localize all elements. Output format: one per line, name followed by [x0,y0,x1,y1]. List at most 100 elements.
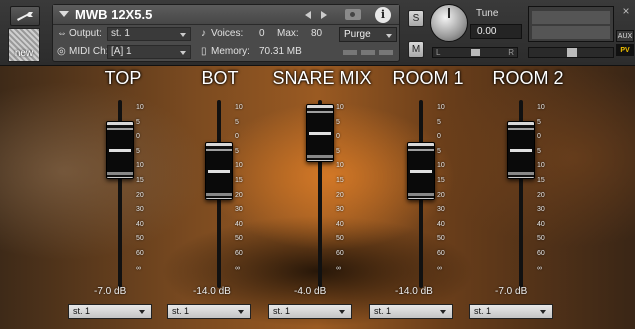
scale-tick: 20 [235,191,243,199]
scale-tick: 30 [437,206,445,214]
scale-tick: ∞ [136,264,141,272]
volume-slider[interactable] [528,47,614,58]
scale-tick: 5 [235,147,239,155]
scale-tick: ∞ [336,264,341,272]
channel-db-value: -14.0 dB [193,286,231,297]
solo-button[interactable]: S [408,10,424,27]
scale-tick: 20 [136,191,144,199]
instrument-title-row: MWB 12X5.5 i [53,5,399,25]
midi-channel-select[interactable]: [A] 1 [107,45,191,59]
scale-tick: 20 [437,191,445,199]
close-icon[interactable]: × [619,4,633,18]
scale-tick: 60 [437,250,445,257]
scale-tick: 60 [136,250,144,257]
scale-tick: 20 [537,191,545,199]
scale-tick: 0 [537,133,541,141]
camera-icon[interactable] [345,9,361,20]
scale-tick: 15 [437,177,445,184]
scale-tick: 60 [235,250,243,257]
scale-tick: 0 [336,133,340,141]
channel-label: ROOM 2 [492,68,564,88]
channel-db-value: -4.0 dB [294,286,327,297]
chevron-down-icon [440,310,446,314]
chevron-down-icon [180,33,186,37]
max-label: Max: [277,28,299,39]
output-select[interactable]: st. 1 [107,27,191,41]
mixer-panel: TOP 10 5 0 5 10 15 20 30 40 50 60 ∞ -7.0 dB st. 1 BOT 10… [0,66,635,329]
channel-output-select[interactable]: st. 1 [68,304,152,319]
scale-tick: 30 [537,206,545,214]
channel-output-select[interactable]: st. 1 [469,304,553,319]
channel-output-select[interactable]: st. 1 [369,304,453,319]
channel-output-value: st. 1 [172,306,190,316]
channel-output-select[interactable]: st. 1 [268,304,352,319]
wrench-button[interactable] [10,6,40,26]
channel-output-select[interactable]: st. 1 [167,304,251,319]
channel-output-value: st. 1 [374,306,392,316]
tune-label: Tune [476,8,499,19]
channel-output-value: st. 1 [273,306,291,316]
instrument-header: new MWB 12X5.5 i ⇔ Output: st. 1 ♪ Voice… [0,0,635,66]
mute-button[interactable]: M [408,41,424,58]
channel-output-value: st. 1 [73,306,91,316]
instrument-name[interactable]: MWB 12X5.5 [75,7,152,22]
output-level-meter [528,6,614,42]
channel-db-value: -7.0 dB [495,286,528,297]
channel-output-value: st. 1 [474,306,492,316]
purge-menu[interactable]: Purge [339,27,397,42]
pv-button[interactable]: PV [616,44,634,56]
fader-handle[interactable] [306,104,334,162]
chevron-down-icon [386,34,392,38]
scale-tick: 0 [235,133,239,141]
scale-tick: 40 [537,220,545,228]
scale-tick: 10 [437,104,445,111]
prev-instrument-icon[interactable] [305,11,311,19]
scale-tick: 20 [336,191,344,199]
fader-handle[interactable] [106,120,134,179]
scale-tick: 5 [537,118,541,126]
scale-tick: 60 [537,250,545,257]
max-voices-value[interactable]: 80 [311,28,322,39]
fader-handle[interactable] [205,142,233,201]
output-label: Output: [69,28,102,39]
collapse-icon[interactable] [59,11,69,17]
scale-tick: 50 [235,235,243,243]
voices-label: Voices: [211,28,244,39]
new-label: new [14,48,34,59]
output-row: ⇔ Output: st. 1 ♪ Voices: 0 Max: 80 Purg… [53,26,399,43]
voices-value: 0 [259,28,265,39]
scale-tick: 5 [437,118,441,126]
next-instrument-icon[interactable] [321,11,327,19]
pan-left-label: L [436,48,441,57]
chevron-down-icon [139,310,145,314]
memory-label: Memory: [211,46,250,57]
scale-tick: 30 [235,206,243,214]
scale-tick: 5 [235,118,239,126]
scale-tick: 10 [336,104,344,111]
new-instrument-button[interactable]: new [8,28,40,62]
volume-handle[interactable] [567,48,577,57]
pan-slider[interactable]: L R [432,47,518,58]
scale-tick: 5 [136,118,140,126]
midi-icon: ◎ [57,46,66,57]
tune-value[interactable]: 0.00 [470,24,522,39]
fader-handle[interactable] [507,120,535,179]
aux-button[interactable]: AUX [616,30,634,42]
scale-tick: 10 [235,162,243,170]
meter-bar-left [532,11,610,24]
memory-value: 70.31 MB [259,46,302,57]
scale-tick: 40 [235,220,243,228]
tune-knob[interactable] [430,4,468,42]
scale-tick: 15 [235,177,243,184]
info-icon[interactable]: i [375,7,391,23]
midi-channel-value: [A] 1 [111,46,132,57]
pan-handle[interactable] [471,49,480,56]
memory-icon: ▯ [201,46,207,57]
scale-tick: 5 [336,147,340,155]
chevron-down-icon [180,51,186,55]
kontakt-instrument-window: new MWB 12X5.5 i ⇔ Output: st. 1 ♪ Voice… [0,0,635,329]
scale-tick: 0 [437,133,441,141]
scale-tick: 10 [136,162,144,170]
scale-tick: ∞ [235,264,240,272]
fader-handle[interactable] [407,142,435,201]
